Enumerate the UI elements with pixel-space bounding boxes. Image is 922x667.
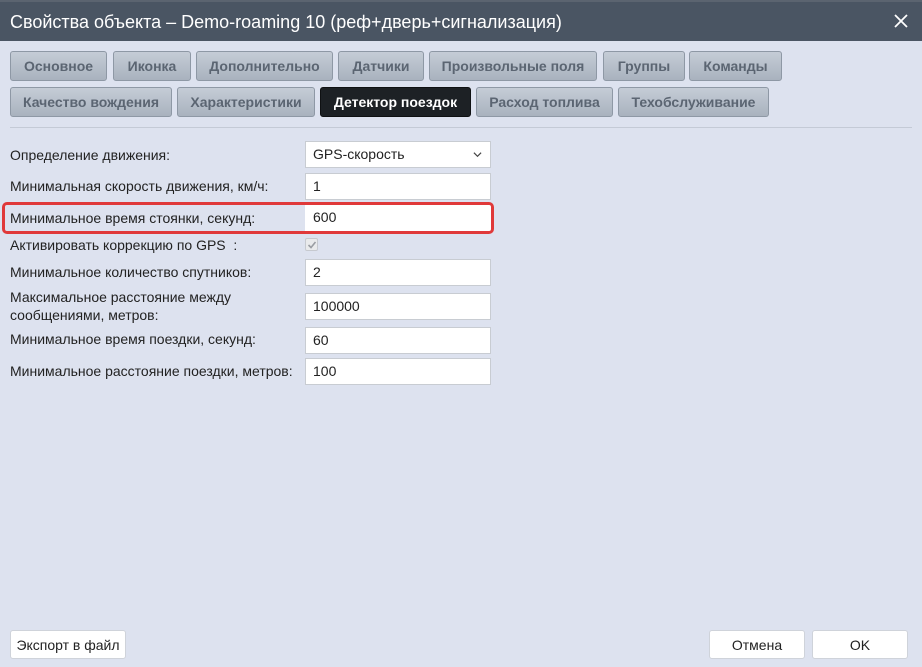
tab-custom-fields[interactable]: Произвольные поля [429, 51, 597, 81]
export-button[interactable]: Экспорт в файл [10, 630, 126, 659]
tab-main[interactable]: Основное [10, 51, 107, 81]
checkmark-icon [307, 241, 317, 249]
tab-characteristics[interactable]: Характеристики [177, 87, 315, 117]
movement-detection-select[interactable]: GPS-скорость [305, 141, 491, 168]
tabs-divider [10, 127, 912, 128]
min-satellites-label: Минимальное количество спутников: [10, 264, 252, 280]
min-parking-time-input[interactable]: 600 [305, 204, 491, 231]
min-parking-time-label: Минимальное время стоянки, секунд: [10, 210, 256, 226]
chevron-down-icon [473, 152, 482, 158]
tab-trip-detector[interactable]: Детектор поездок [320, 87, 471, 117]
min-trip-time-input[interactable]: 60 [305, 327, 491, 354]
cancel-button[interactable]: Отмена [709, 630, 805, 659]
movement-detection-label: Определение движения: [10, 147, 171, 163]
tab-driving-quality[interactable]: Качество вождения [10, 87, 172, 117]
dialog-title: Свойства объекта – Demo-roaming 10 (реф+… [10, 12, 562, 32]
tab-sensors[interactable]: Датчики [338, 51, 424, 81]
gps-correction-label: Активировать коррекцию по GPS : [10, 237, 237, 254]
min-trip-distance-label: Минимальное расстояние поездки, метров: [10, 363, 293, 379]
max-distance-label-line1: Максимальное расстояние между [10, 289, 231, 305]
tab-groups[interactable]: Группы [603, 51, 685, 81]
close-icon [894, 14, 908, 28]
tab-maintenance[interactable]: Техобслуживание [618, 87, 769, 117]
tab-commands[interactable]: Команды [689, 51, 782, 81]
max-distance-label-line2: сообщениями, метров: [10, 307, 159, 323]
gps-correction-colon: : [233, 237, 238, 253]
tab-fuel-consumption[interactable]: Расход топлива [476, 87, 613, 117]
tab-advanced[interactable]: Дополнительно [196, 51, 333, 81]
gps-correction-checkbox[interactable] [305, 238, 318, 251]
dialog-title-bar: Свойства объекта – Demo-roaming 10 (реф+… [0, 2, 922, 41]
min-trip-time-label: Минимальное время поездки, секунд: [10, 331, 256, 347]
tab-icon[interactable]: Иконка [113, 51, 191, 81]
min-trip-distance-input[interactable]: 100 [305, 358, 491, 385]
min-speed-input[interactable]: 1 [305, 173, 491, 200]
gps-correction-text: Активировать коррекцию по GPS [10, 237, 226, 253]
min-speed-label: Минимальная скорость движения, км/ч: [10, 178, 269, 194]
max-distance-input[interactable]: 100000 [305, 293, 491, 320]
movement-detection-value: GPS-скорость [313, 146, 405, 162]
min-satellites-input[interactable]: 2 [305, 259, 491, 286]
close-button[interactable] [888, 8, 914, 34]
ok-button[interactable]: OK [812, 630, 908, 659]
